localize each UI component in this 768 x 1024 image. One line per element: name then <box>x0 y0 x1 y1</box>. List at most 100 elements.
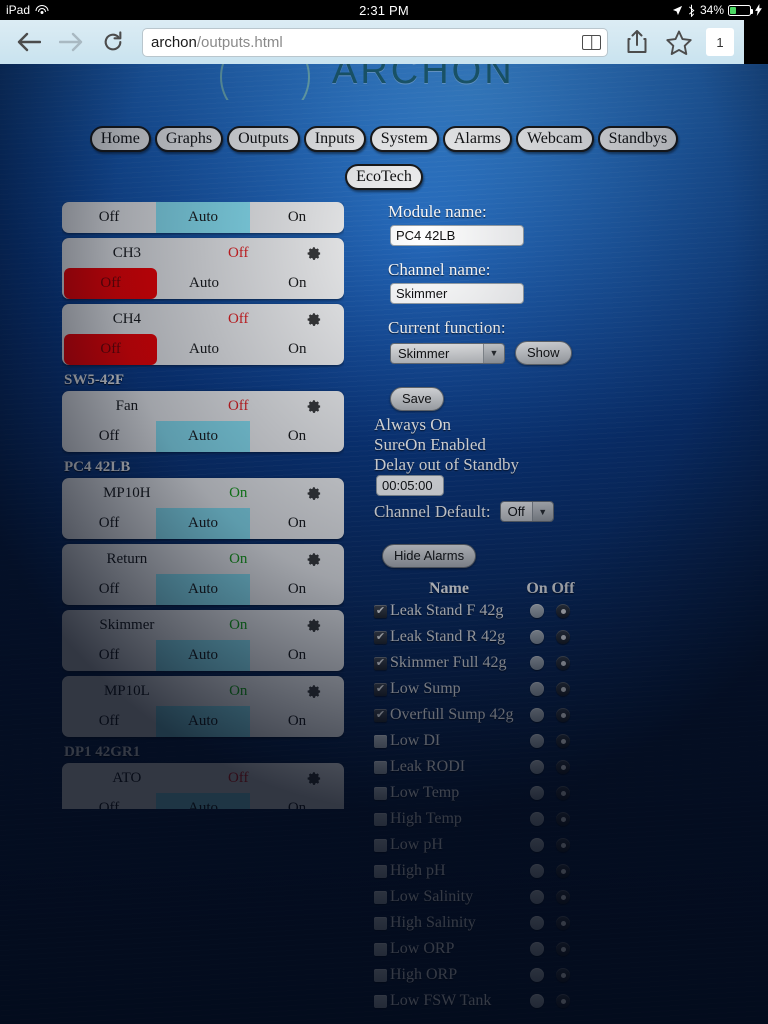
nav-item-outputs[interactable]: Outputs <box>227 126 300 152</box>
radio-icon[interactable] <box>530 760 544 774</box>
gear-icon[interactable] <box>285 771 344 786</box>
radio-icon[interactable] <box>556 786 570 800</box>
channel-mode-off[interactable]: Off <box>62 793 156 809</box>
radio-icon[interactable] <box>556 760 570 774</box>
alarm-enable-low-sump[interactable]: ✔ Low Sump <box>374 680 524 698</box>
alarm-trigger-off-low-temp[interactable] <box>550 786 576 800</box>
checkbox-icon[interactable]: ✔ <box>374 630 387 644</box>
alarm-trigger-on-leak-stand-r-42g[interactable] <box>524 630 550 644</box>
checkbox-icon[interactable]: ✔ <box>374 708 387 722</box>
channel-name-input[interactable]: Skimmer <box>390 283 524 304</box>
radio-icon[interactable] <box>556 708 570 722</box>
reader-view-icon[interactable] <box>582 34 601 50</box>
alarm-trigger-off-skimmer-full-42g[interactable] <box>550 656 576 670</box>
alarm-enable-high-salinity[interactable]: High Salinity <box>374 914 524 932</box>
radio-icon[interactable] <box>556 682 570 696</box>
checkbox-icon[interactable]: ✔ <box>374 682 387 696</box>
channel-card-mp10l[interactable]: MP10L On Off Auto On <box>62 676 344 737</box>
save-button[interactable]: Save <box>390 387 444 411</box>
nav-item-alarms[interactable]: Alarms <box>442 126 512 152</box>
show-button[interactable]: Show <box>515 341 572 365</box>
channel-card-ch4[interactable]: CH4 Off Off Auto On <box>62 304 344 365</box>
delay-input[interactable]: 00:05:00 <box>376 475 444 496</box>
radio-icon[interactable] <box>530 968 544 982</box>
radio-icon[interactable] <box>556 812 570 826</box>
radio-icon[interactable] <box>556 994 570 1008</box>
alarm-enable-low-ph[interactable]: Low pH <box>374 836 524 854</box>
alarm-enable-high-ph[interactable]: High pH <box>374 862 524 880</box>
channel-card-skimmer[interactable]: Skimmer On Off Auto On <box>62 610 344 671</box>
alarm-trigger-on-low-temp[interactable] <box>524 786 550 800</box>
channel-default-select[interactable]: Off ▼ <box>499 501 554 522</box>
radio-icon[interactable] <box>530 838 544 852</box>
channel-mode-off[interactable]: Off <box>62 508 156 539</box>
radio-icon[interactable] <box>530 630 544 644</box>
alarm-trigger-off-low-di[interactable] <box>550 734 576 748</box>
checkbox-icon[interactable] <box>374 890 387 904</box>
radio-icon[interactable] <box>530 916 544 930</box>
radio-icon[interactable] <box>556 734 570 748</box>
channel-mode-off[interactable]: Off <box>64 334 158 365</box>
alarm-enable-leak-stand-f-42g[interactable]: ✔ Leak Stand F 42g <box>374 602 524 620</box>
alarm-trigger-off-low-sump[interactable] <box>550 682 576 696</box>
checkbox-icon[interactable] <box>374 864 387 878</box>
radio-icon[interactable] <box>530 812 544 826</box>
checkbox-icon[interactable] <box>374 968 387 982</box>
channel-mode-auto[interactable]: Auto <box>157 268 250 299</box>
alarm-trigger-on-low-sump[interactable] <box>524 682 550 696</box>
radio-icon[interactable] <box>556 916 570 930</box>
alarm-enable-overfull-sump-42g[interactable]: ✔ Overfull Sump 42g <box>374 706 524 724</box>
alarm-trigger-off-low-orp[interactable] <box>550 942 576 956</box>
checkbox-icon[interactable] <box>374 942 387 956</box>
alarm-enable-high-orp[interactable]: High ORP <box>374 966 524 984</box>
hide-alarms-button[interactable]: Hide Alarms <box>382 544 477 568</box>
checkbox-icon[interactable] <box>374 760 387 774</box>
channel-card-mp10h[interactable]: MP10H On Off Auto On <box>62 478 344 539</box>
checkbox-icon[interactable]: ✔ <box>374 656 387 670</box>
radio-icon[interactable] <box>530 864 544 878</box>
channel-card-channel[interactable]: Off Auto On <box>62 202 344 233</box>
alarm-trigger-on-low-ph[interactable] <box>524 838 550 852</box>
alarm-trigger-off-low-salinity[interactable] <box>550 890 576 904</box>
alarm-trigger-off-leak-stand-r-42g[interactable] <box>550 630 576 644</box>
share-button[interactable] <box>616 22 658 62</box>
alarm-trigger-on-low-fsw-tank[interactable] <box>524 994 550 1008</box>
radio-icon[interactable] <box>530 994 544 1008</box>
radio-icon[interactable] <box>530 656 544 670</box>
radio-icon[interactable] <box>530 708 544 722</box>
radio-icon[interactable] <box>556 942 570 956</box>
tab-count-button[interactable]: 1 <box>706 28 734 56</box>
nav-item-standbys[interactable]: Standbys <box>597 126 679 152</box>
checkbox-icon[interactable] <box>374 838 387 852</box>
checkbox-icon[interactable] <box>374 916 387 930</box>
alarm-enable-skimmer-full-42g[interactable]: ✔ Skimmer Full 42g <box>374 654 524 672</box>
alarm-enable-high-temp[interactable]: High Temp <box>374 810 524 828</box>
radio-icon[interactable] <box>556 604 570 618</box>
nav-item-graphs[interactable]: Graphs <box>154 126 224 152</box>
channel-mode-off[interactable]: Off <box>62 640 156 671</box>
bookmark-star-icon[interactable] <box>658 22 700 62</box>
alarm-trigger-on-low-orp[interactable] <box>524 942 550 956</box>
alarm-trigger-off-leak-stand-f-42g[interactable] <box>550 604 576 618</box>
channel-card-ato[interactable]: ATO Off Off Auto On <box>62 763 344 809</box>
channel-mode-auto[interactable]: Auto <box>156 202 250 233</box>
nav-item-system[interactable]: System <box>369 126 439 152</box>
alarm-enable-leak-rodi[interactable]: Leak RODI <box>374 758 524 776</box>
channel-mode-on[interactable]: On <box>250 202 344 233</box>
alarm-trigger-off-high-temp[interactable] <box>550 812 576 826</box>
alarm-enable-low-salinity[interactable]: Low Salinity <box>374 888 524 906</box>
channel-mode-auto[interactable]: Auto <box>156 793 250 809</box>
alarm-trigger-off-low-fsw-tank[interactable] <box>550 994 576 1008</box>
alarm-enable-low-orp[interactable]: Low ORP <box>374 940 524 958</box>
reload-button[interactable] <box>92 22 134 62</box>
radio-icon[interactable] <box>530 604 544 618</box>
radio-icon[interactable] <box>530 890 544 904</box>
channel-mode-on[interactable]: On <box>250 508 344 539</box>
radio-icon[interactable] <box>530 734 544 748</box>
channel-card-fan[interactable]: Fan Off Off Auto On <box>62 391 344 452</box>
channel-mode-auto[interactable]: Auto <box>157 334 250 365</box>
checkbox-icon[interactable] <box>374 786 387 800</box>
module-name-input[interactable]: PC4 42LB <box>390 225 524 246</box>
alarm-trigger-on-high-salinity[interactable] <box>524 916 550 930</box>
radio-icon[interactable] <box>530 786 544 800</box>
